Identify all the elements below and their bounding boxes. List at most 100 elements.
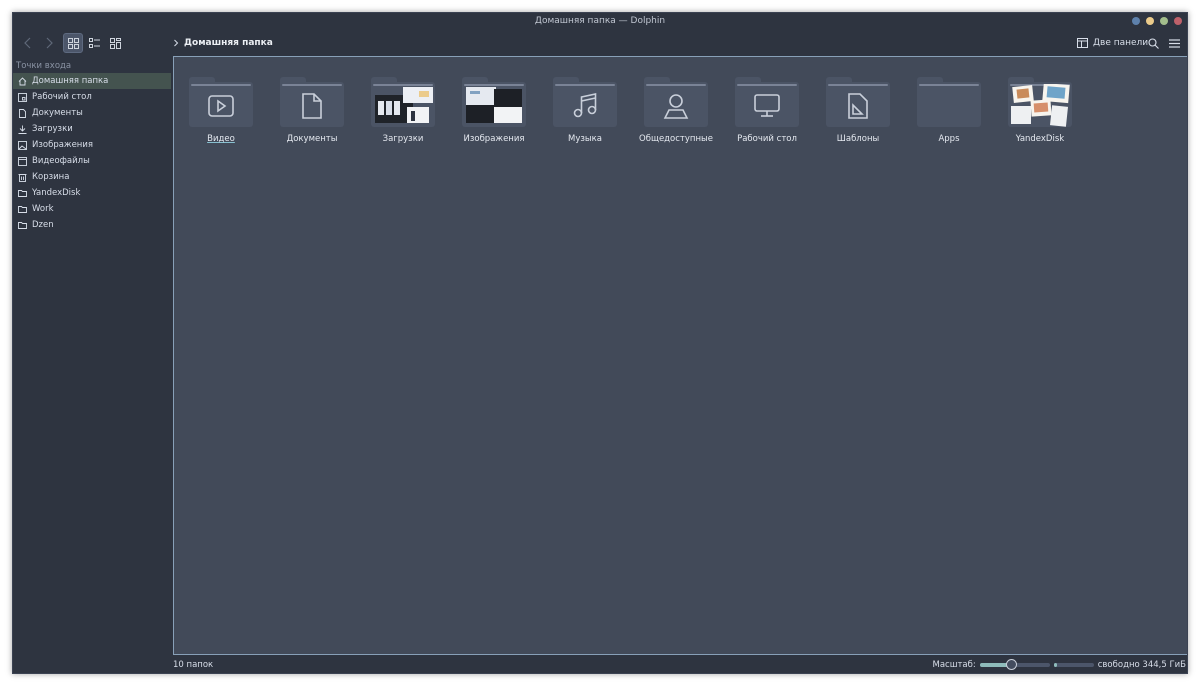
sidebar-item-desktop[interactable]: Рабочий стол (13, 89, 171, 105)
folder-label: Рабочий стол (737, 134, 797, 144)
hamburger-icon (1168, 38, 1180, 48)
icons-view-icon (67, 37, 79, 49)
folder-item-desktop[interactable]: Рабочий стол (725, 75, 809, 155)
breadcrumb-current[interactable]: Домашняя папка (184, 38, 273, 48)
sidebar-item-documents[interactable]: Документы (13, 105, 171, 121)
sidebar-item-work[interactable]: Work (13, 201, 171, 217)
folder-label: Загрузки (382, 134, 424, 144)
folder-label: Документы (286, 134, 338, 144)
window-title: Домашняя папка — Dolphin (534, 16, 666, 26)
sidebar-item-label: Dzen (32, 220, 54, 230)
keep-above-button[interactable] (1146, 17, 1154, 25)
folder-icon (735, 75, 799, 127)
sidebar-item-home[interactable]: Домашняя папка (13, 73, 171, 89)
sidebar-item-yandexdisk[interactable]: YandexDisk (13, 185, 171, 201)
sidebar-item-videos[interactable]: Видеофайлы (13, 153, 171, 169)
forward-button[interactable] (39, 33, 59, 53)
sidebar-item-label: Видеофайлы (32, 156, 90, 166)
status-bar: 10 папок Масштаб: свободно 344,5 ГиБ (173, 656, 1187, 673)
image-icon (18, 140, 27, 150)
thumbnails-icon (375, 87, 433, 123)
thumbnails-icon (466, 87, 522, 123)
document-icon (302, 93, 322, 119)
folder-label: Apps (938, 134, 960, 144)
document-icon (18, 108, 27, 118)
breadcrumb-chevron-icon (174, 39, 179, 47)
folder-icon (553, 75, 617, 127)
sidebar-item-pictures[interactable]: Изображения (13, 137, 171, 153)
compact-view-button[interactable] (105, 33, 125, 53)
desktop-icon (18, 92, 27, 102)
sidebar-item-downloads[interactable]: Загрузки (13, 121, 171, 137)
sidebar-item-label: Work (32, 204, 54, 214)
folder-item-downloads[interactable]: Загрузки (361, 75, 445, 155)
title-bar[interactable]: Домашняя папка — Dolphin (13, 13, 1187, 30)
template-icon (848, 93, 868, 119)
music-note-icon (573, 93, 597, 118)
details-view-button[interactable] (84, 33, 104, 53)
folder-icon (371, 75, 435, 127)
folder-item-documents[interactable]: Документы (270, 75, 354, 155)
maximize-button[interactable] (1160, 17, 1168, 25)
folder-label: Общедоступные (639, 134, 713, 144)
sidebar-item-trash[interactable]: Корзина (13, 169, 171, 185)
sidebar-item-label: Изображения (32, 140, 94, 150)
split-view-label: Две панели (1093, 38, 1149, 48)
back-button[interactable] (18, 33, 38, 53)
icons-view-button[interactable] (63, 33, 83, 53)
search-icon (1147, 37, 1159, 49)
breadcrumb[interactable]: Домашняя папка (173, 30, 273, 56)
folder-item-music[interactable]: Музыка (543, 75, 627, 155)
folder-icon (189, 75, 253, 127)
folder-label: Музыка (568, 134, 602, 144)
folder-icon (826, 75, 890, 127)
zoom-slider[interactable] (979, 659, 1050, 670)
window-controls (1132, 17, 1182, 25)
close-button[interactable] (1174, 17, 1182, 25)
split-view-icon (1077, 38, 1088, 48)
folder-icon (18, 221, 27, 230)
download-icon (18, 125, 27, 134)
folder-label: Изображения (463, 134, 525, 144)
places-panel: Точки входа Домашняя папка Рабочий стол … (13, 56, 171, 655)
folder-icon (644, 75, 708, 127)
folder-icon (917, 75, 981, 127)
folder-item-apps[interactable]: Apps (907, 75, 991, 155)
search-button[interactable] (1143, 33, 1163, 53)
folder-icon (18, 189, 27, 198)
user-icon (663, 94, 689, 119)
compact-view-icon (109, 37, 121, 49)
folder-item-yandexdisk[interactable]: YandexDisk (998, 75, 1082, 155)
free-space-text: свободно 344,5 ГиБ (1097, 660, 1186, 670)
free-space-bar (1053, 663, 1094, 667)
monitor-icon (754, 94, 780, 117)
sidebar-item-label: Рабочий стол (32, 92, 92, 102)
folder-item-public[interactable]: Общедоступные (634, 75, 718, 155)
zoom-label: Масштаб: (932, 660, 976, 670)
zoom-area: Масштаб: свободно 344,5 ГиБ (932, 656, 1186, 673)
folder-icon (1008, 75, 1072, 127)
file-view[interactable]: Видео Документы Загрузки Изображения Муз… (173, 56, 1187, 655)
folder-icon (462, 75, 526, 127)
folder-item-video[interactable]: Видео (179, 75, 263, 155)
dolphin-window: Домашняя папка — Dolphin Домашняя папка … (12, 12, 1188, 674)
thumbnails-icon (1011, 84, 1070, 127)
folder-item-pictures[interactable]: Изображения (452, 75, 536, 155)
minimize-button[interactable] (1132, 17, 1140, 25)
menu-button[interactable] (1164, 33, 1184, 53)
free-space-fill (1053, 663, 1057, 667)
home-icon (18, 76, 27, 86)
sidebar-item-dzen[interactable]: Dzen (13, 217, 171, 233)
sidebar-item-label: Корзина (32, 172, 70, 182)
sidebar-item-label: Домашняя папка (32, 76, 109, 86)
folder-icon (18, 205, 27, 214)
folder-label: YandexDisk (1015, 134, 1065, 144)
sidebar-item-label: YandexDisk (32, 188, 81, 198)
chevron-right-icon (46, 37, 53, 49)
zoom-slider-handle[interactable] (1005, 659, 1017, 670)
split-view-button[interactable]: Две панели (1077, 30, 1148, 56)
video-play-icon (208, 95, 234, 117)
places-section-title: Точки входа (16, 61, 72, 71)
sidebar-item-label: Загрузки (32, 124, 73, 134)
folder-item-templates[interactable]: Шаблоны (816, 75, 900, 155)
